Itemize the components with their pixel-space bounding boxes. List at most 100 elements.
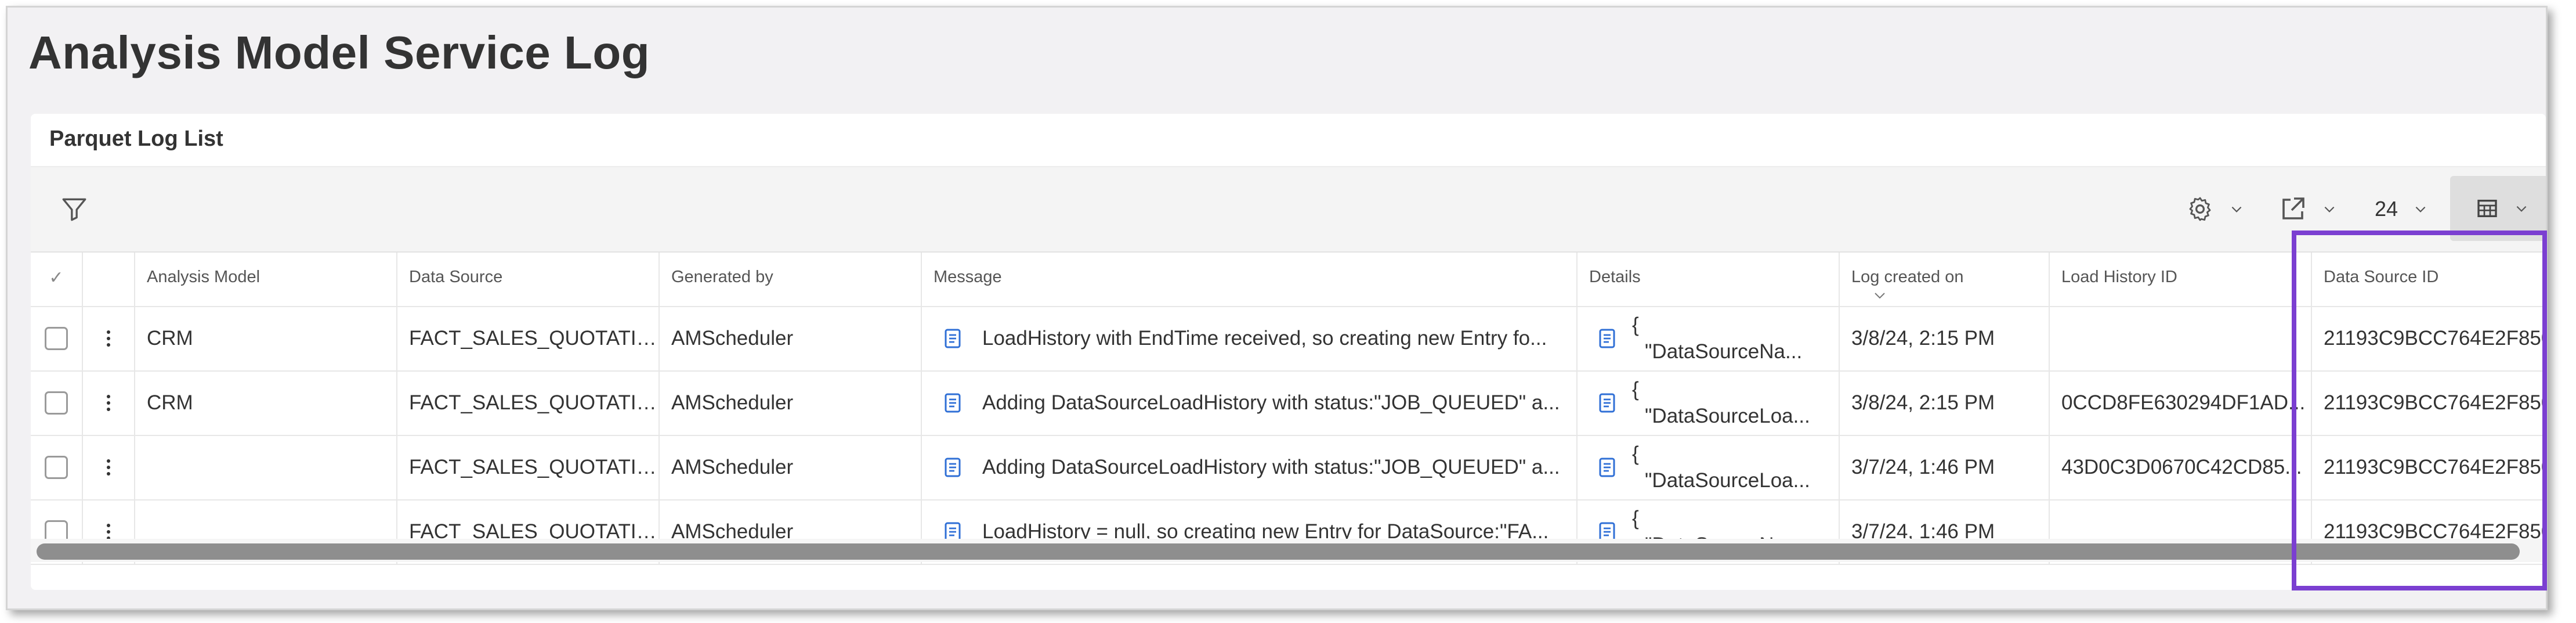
cell-data-source: FACT_SALES_QUOTATIO... (397, 306, 660, 370)
settings-button[interactable] (2186, 180, 2244, 238)
document-icon[interactable] (1598, 456, 1616, 478)
cell-data-source: FACT_SALES_QUOTATIO... (397, 435, 660, 499)
details-preview: { "DataSourceNa... (1632, 312, 1802, 365)
row-checkbox[interactable] (45, 391, 68, 415)
table-header-row: ✓ Analysis Model Data Source Generated b… (31, 253, 2546, 307)
page-size-select[interactable]: 24 (2375, 180, 2428, 238)
row-select-cell (31, 306, 83, 370)
chevron-down-icon (2415, 206, 2426, 213)
export-icon (2282, 197, 2304, 219)
sort-descending-icon (1875, 293, 1885, 299)
row-menu-icon[interactable] (107, 330, 110, 347)
table-row[interactable]: FACT_SALES_QUOTATIO... AMScheduler Addin… (31, 435, 2546, 500)
text-generated-by: AMScheduler (671, 326, 794, 350)
row-select-cell (31, 370, 83, 435)
cell-details: { "DataSourceLoa... (1578, 370, 1840, 435)
text-message: LoadHistory with EndTime received, so cr… (982, 326, 1547, 350)
row-menu-icon[interactable] (107, 394, 110, 411)
table-row[interactable]: CRM FACT_SALES_QUOTATIO... AMScheduler L… (31, 306, 2546, 372)
page-title: Analysis Model Service Log (28, 27, 650, 78)
text-generated-by: AMScheduler (671, 391, 794, 414)
text-details-line1: { (1632, 377, 1639, 401)
cell-message: Adding DataSourceLoadHistory with status… (922, 370, 1578, 435)
row-actions-cell (83, 435, 135, 499)
filter-button[interactable] (60, 180, 89, 238)
text-load-history-id: 0CCD8FE630294DF1AD... (2061, 391, 2306, 414)
select-all-header[interactable]: ✓ (31, 253, 83, 306)
column-header-data-source[interactable]: Data Source (397, 253, 660, 306)
table-row[interactable]: CRM FACT_SALES_QUOTATIO... AMScheduler A… (31, 370, 2546, 436)
text-data-source-id: 21193C9BCC764E2F850 (2324, 391, 2546, 414)
row-select-cell (31, 435, 83, 499)
document-icon[interactable] (944, 327, 961, 350)
cell-generated-by: AMScheduler (660, 370, 922, 435)
cell-data-source-id: 21193C9BCC764E2F850 (2312, 370, 2546, 435)
column-header-message[interactable]: Message (922, 253, 1578, 306)
cell-data-source-id: 21193C9BCC764E2F850 (2312, 306, 2546, 370)
cell-analysis-model: CRM (135, 306, 397, 370)
cell-details: { "DataSourceLoa... (1578, 435, 1840, 499)
text-details-line2: "DataSourceLoa... (1645, 404, 1810, 427)
column-header-analysis-model[interactable]: Analysis Model (135, 253, 397, 306)
cell-details: { "DataSourceNa... (1578, 306, 1840, 370)
cell-load-history-id (2050, 306, 2312, 370)
row-menu-icon[interactable] (107, 459, 110, 476)
text-details-line2: "DataSourceNa... (1645, 340, 1803, 363)
table-toolbar: 24 (31, 167, 2546, 251)
row-checkbox[interactable] (45, 326, 68, 350)
actions-header (83, 253, 135, 306)
details-preview: { "DataSourceLoa... (1632, 376, 1810, 430)
row-actions-cell (83, 370, 135, 435)
card-title: Parquet Log List (49, 127, 223, 151)
horizontal-scrollbar[interactable] (31, 539, 2546, 562)
text-details-line1: { (1632, 442, 1639, 465)
text-message: Adding DataSourceLoadHistory with status… (982, 391, 1560, 414)
text-data-source: FACT_SALES_QUOTATIO... (409, 326, 659, 350)
text-data-source: FACT_SALES_QUOTATIO... (409, 391, 659, 414)
document-icon[interactable] (944, 392, 961, 414)
text-generated-by: AMScheduler (671, 455, 794, 478)
cell-log-created-on: 3/7/24, 1:46 PM (1840, 435, 2050, 499)
cell-data-source-id: 21193C9BCC764E2F850 (2312, 435, 2546, 499)
text-details-line2: "DataSourceLoa... (1645, 469, 1810, 492)
scrollbar-thumb[interactable] (37, 543, 2520, 560)
cell-load-history-id: 43D0C3D0670C42CD85... (2050, 435, 2312, 499)
row-menu-icon[interactable] (107, 523, 110, 540)
row-actions-cell (83, 306, 135, 370)
cell-message: Adding DataSourceLoadHistory with status… (922, 435, 1578, 499)
details-preview: { "DataSourceLoa... (1632, 441, 1810, 494)
text-log-created-on: 3/8/24, 2:15 PM (1851, 391, 1995, 414)
chevron-down-icon (2516, 206, 2527, 212)
app-window: Analysis Model Service Log Parquet Log L… (6, 6, 2548, 610)
cell-analysis-model: CRM (135, 370, 397, 435)
column-header-details[interactable]: Details (1578, 253, 1840, 306)
document-icon[interactable] (1598, 327, 1616, 350)
document-icon[interactable] (944, 456, 961, 478)
cell-load-history-id: 0CCD8FE630294DF1AD... (2050, 370, 2312, 435)
row-checkbox[interactable] (45, 455, 68, 479)
column-header-log-created-on[interactable]: Log created on (1840, 253, 2050, 306)
export-button[interactable] (2279, 180, 2337, 238)
filter-icon (62, 198, 86, 221)
text-analysis-model: CRM (147, 326, 193, 350)
text-details-line1: { (1632, 313, 1639, 336)
text-analysis-model: CRM (147, 391, 193, 414)
log-table: ✓ Analysis Model Data Source Generated b… (31, 251, 2546, 565)
cell-message: LoadHistory with EndTime received, so cr… (922, 306, 1578, 370)
text-message: Adding DataSourceLoadHistory with status… (982, 455, 1560, 478)
gear-icon (2189, 197, 2211, 221)
text-details-line1: { (1632, 506, 1639, 530)
card-header: Parquet Log List (31, 114, 2546, 167)
cell-analysis-model (135, 435, 397, 499)
view-mode-button[interactable] (2450, 176, 2546, 241)
column-header-load-history-id[interactable]: Load History ID (2050, 253, 2312, 306)
column-header-data-source-id[interactable]: Data Source ID (2312, 253, 2546, 306)
chevron-down-icon (2231, 206, 2242, 213)
parquet-log-card: Parquet Log List 24 ✓ Analysis Model Dat… (31, 114, 2546, 590)
column-header-generated-by[interactable]: Generated by (660, 253, 922, 306)
document-icon[interactable] (1598, 392, 1616, 414)
cell-log-created-on: 3/8/24, 2:15 PM (1840, 370, 2050, 435)
text-data-source-id: 21193C9BCC764E2F850 (2324, 326, 2546, 350)
cell-log-created-on: 3/8/24, 2:15 PM (1840, 306, 2050, 370)
table-view-icon (2477, 200, 2497, 217)
